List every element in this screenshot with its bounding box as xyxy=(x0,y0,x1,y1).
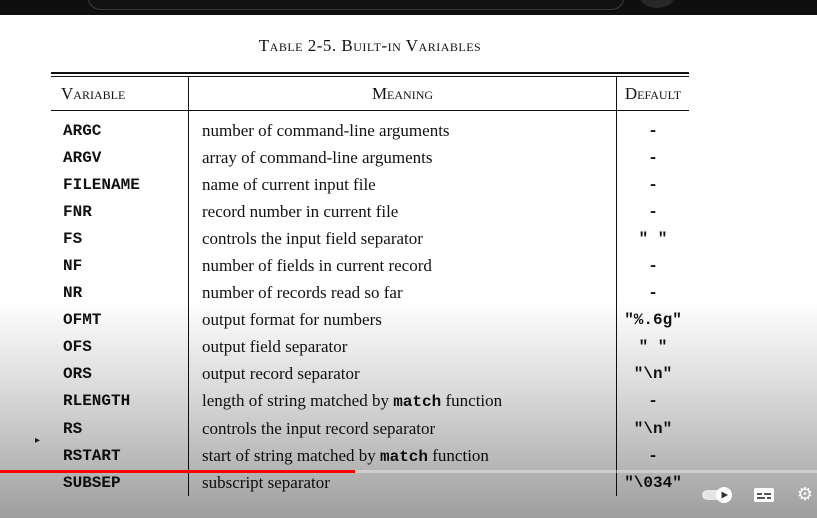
progress-bar-fill xyxy=(0,470,356,473)
variable-cell: ORS xyxy=(63,365,92,384)
header-meaning: Meaning xyxy=(188,77,617,111)
mouse-cursor-icon: ▸ xyxy=(35,435,41,446)
meaning-cell: length of string matched by match functi… xyxy=(188,387,617,416)
variable-cell: NF xyxy=(63,257,83,276)
voice-search-button[interactable] xyxy=(640,0,674,8)
variable-cell: FNR xyxy=(63,202,92,221)
progress-bar[interactable] xyxy=(0,470,817,473)
meaning-cell: subscript separator xyxy=(188,469,617,497)
meaning-cell: number of records read so far xyxy=(188,279,617,307)
variable-cell: FS xyxy=(63,229,83,248)
meaning-text: function xyxy=(428,445,489,465)
meaning-cell: number of command-line arguments xyxy=(188,110,617,145)
meaning-cell: output format for numbers xyxy=(188,306,617,334)
top-bar xyxy=(0,0,817,15)
table-row: RLENGTH length of string matched by match… xyxy=(51,387,689,416)
meaning-cell: start of string matched by match functio… xyxy=(188,442,617,470)
autoplay-toggle-icon[interactable] xyxy=(701,484,735,506)
meaning-code: match xyxy=(393,393,442,412)
meaning-cell: name of current input file xyxy=(188,171,617,199)
table-row: NF number of fields in current record - xyxy=(51,252,689,280)
meaning-text: start of string matched by xyxy=(202,445,380,465)
table-row: NR number of records read so far - xyxy=(51,279,689,307)
table-row: ORS output record separator "\n" xyxy=(51,360,689,388)
meaning-cell: output record separator xyxy=(188,360,617,388)
variable-cell: NR xyxy=(63,284,83,303)
default-cell: "%.6g" xyxy=(616,306,689,334)
table-caption: Table 2-5. Built-in Variables xyxy=(258,36,482,55)
table-row: FNR record number in current file - xyxy=(51,198,689,226)
table-row: ARGV array of command-line arguments - xyxy=(51,144,689,172)
header-variable: Variable xyxy=(51,77,189,111)
default-cell: - xyxy=(616,171,689,199)
meaning-cell: record number in current file xyxy=(188,198,617,226)
default-cell: - xyxy=(616,198,689,226)
default-cell: - xyxy=(616,252,689,280)
meaning-cell: number of fields in current record xyxy=(188,252,617,280)
variable-cell: OFMT xyxy=(63,311,102,330)
default-cell: - xyxy=(616,144,689,172)
default-cell: "\n" xyxy=(616,415,689,443)
variable-cell: FILENAME xyxy=(63,175,140,194)
variable-cell: ARGV xyxy=(63,148,102,167)
meaning-cell: output field separator xyxy=(188,333,617,361)
subtitles-icon[interactable] xyxy=(751,484,777,506)
meaning-text: length of string matched by xyxy=(202,391,394,411)
variable-cell: RSTART xyxy=(63,446,121,465)
meaning-cell: controls the input record separator xyxy=(188,415,617,443)
default-cell: " " xyxy=(616,333,689,361)
table-body: ARGC number of command-line arguments - ARG… xyxy=(51,110,689,497)
variable-cell: ARGC xyxy=(63,121,102,140)
table-row: RSTART start of string matched by match f… xyxy=(51,442,689,470)
table-row: FILENAME name of current input file - xyxy=(51,171,689,199)
meaning-cell: controls the input field separator xyxy=(188,225,617,253)
variable-cell: SUBSEP xyxy=(63,473,121,492)
table-row: RS controls the input record separator "\n… xyxy=(51,415,689,443)
default-cell: - xyxy=(616,110,689,145)
table-row: SUBSEP subscript separator "\034" xyxy=(51,469,689,497)
default-cell: "\n" xyxy=(616,360,689,388)
variable-cell: RLENGTH xyxy=(63,392,131,411)
variable-cell: RS xyxy=(63,419,83,438)
table-header-row: Variable Meaning Default xyxy=(51,77,689,111)
meaning-text: function xyxy=(441,391,503,411)
table-top-rule xyxy=(51,72,689,74)
search-bar[interactable] xyxy=(88,0,624,10)
table-row: OFS output field separator " " xyxy=(51,333,689,361)
variable-cell: OFS xyxy=(63,338,92,357)
header-default: Default xyxy=(616,77,689,111)
default-cell: - xyxy=(616,279,689,307)
default-cell: "\034" xyxy=(616,469,689,497)
table-row: ARGC number of command-line arguments - xyxy=(51,110,689,145)
default-cell: - xyxy=(616,387,689,416)
default-cell: - xyxy=(616,442,689,470)
meaning-code: match xyxy=(380,447,429,466)
builtin-variables-table: Variable Meaning Default ARGC number of c… xyxy=(51,72,689,497)
table-row: OFMT output format for numbers "%.6g" xyxy=(51,306,689,334)
meaning-cell: array of command-line arguments xyxy=(188,144,617,172)
gear-icon[interactable]: ⚙ xyxy=(793,484,817,506)
table-row: FS controls the input field separator " " xyxy=(51,225,689,253)
default-cell: " " xyxy=(616,225,689,253)
